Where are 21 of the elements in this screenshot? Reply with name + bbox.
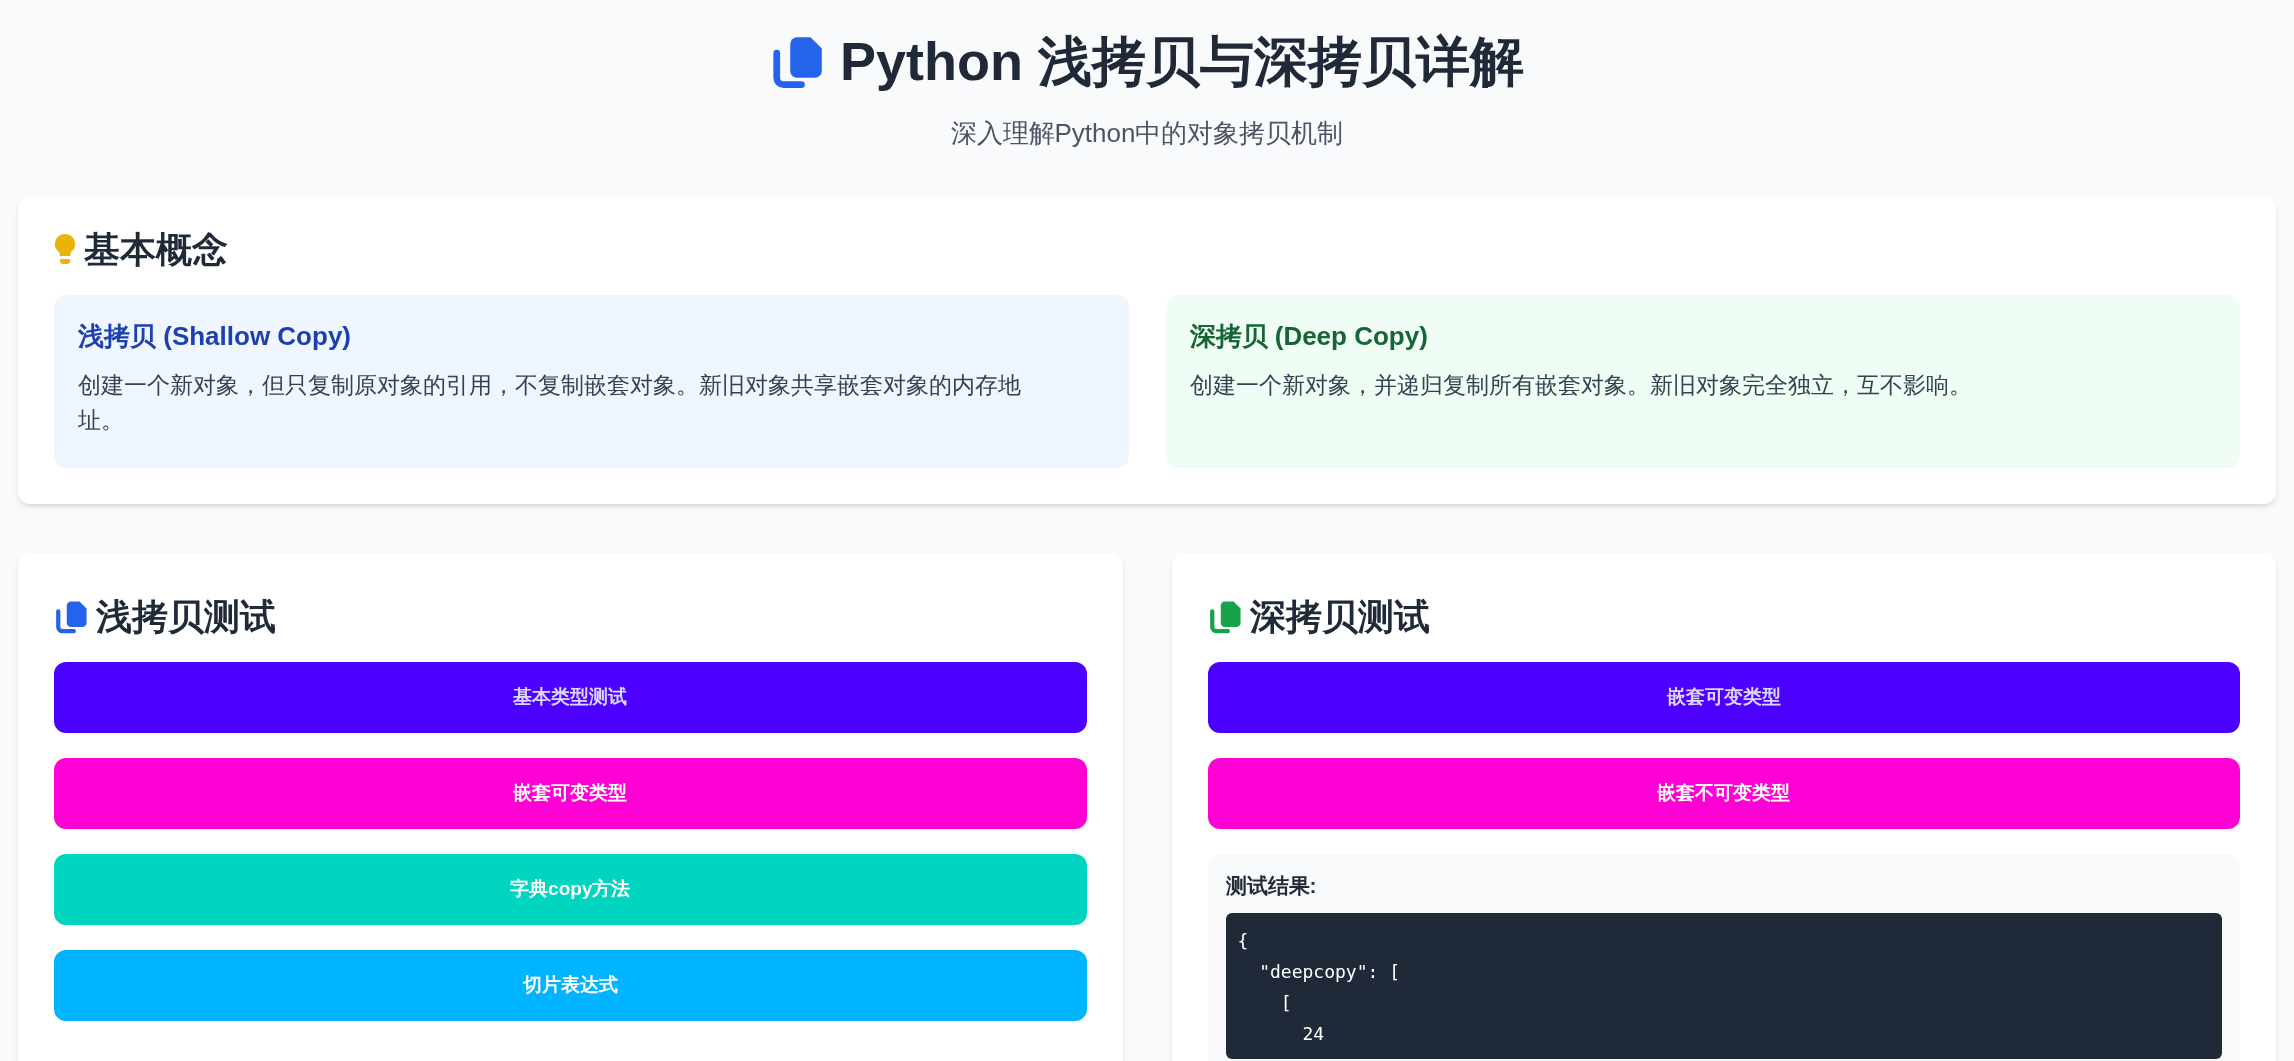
lightbulb-icon bbox=[54, 232, 76, 267]
copy-icon bbox=[54, 599, 88, 634]
concept-title: 深拷贝 (Deep Copy) bbox=[1189, 319, 1429, 353]
test-button[interactable]: 切片表达式 bbox=[54, 949, 1087, 1021]
test-button[interactable]: 嵌套可变类型 bbox=[1207, 661, 2240, 733]
section-title: 基本概念 bbox=[84, 227, 228, 272]
page-title: Python 浅拷贝与深拷贝详解 bbox=[840, 30, 1524, 93]
test-button[interactable]: 嵌套不可变类型 bbox=[1207, 757, 2240, 829]
section-title: 浅拷贝测试 bbox=[96, 594, 276, 639]
page-subtitle: 深入理解Python中的对象拷贝机制 bbox=[950, 116, 1344, 150]
test-button[interactable]: 嵌套可变类型 bbox=[54, 757, 1087, 829]
section-title: 深拷贝测试 bbox=[1249, 594, 1430, 639]
copy-icon bbox=[1207, 599, 1242, 634]
result-label: 测试结果: bbox=[1225, 872, 1318, 899]
concept-text: 创建一个新对象，并递归复制所有嵌套对象。新旧对象完全独立，互不影响。 bbox=[1189, 370, 1973, 400]
copy-icon bbox=[770, 34, 824, 89]
concept-title: 浅拷贝 (Shallow Copy) bbox=[78, 319, 352, 353]
concept-text: 创建一个新对象，但只复制原对象的引用，不复制嵌套对象。新旧对象共享嵌套对象的内存地址。 bbox=[78, 370, 1022, 436]
code-block: { "deepcopy": [ [ 24 bbox=[1225, 913, 2222, 1059]
test-button[interactable]: 字典copy方法 bbox=[54, 853, 1087, 925]
test-button[interactable]: 基本类型测试 bbox=[54, 661, 1087, 733]
